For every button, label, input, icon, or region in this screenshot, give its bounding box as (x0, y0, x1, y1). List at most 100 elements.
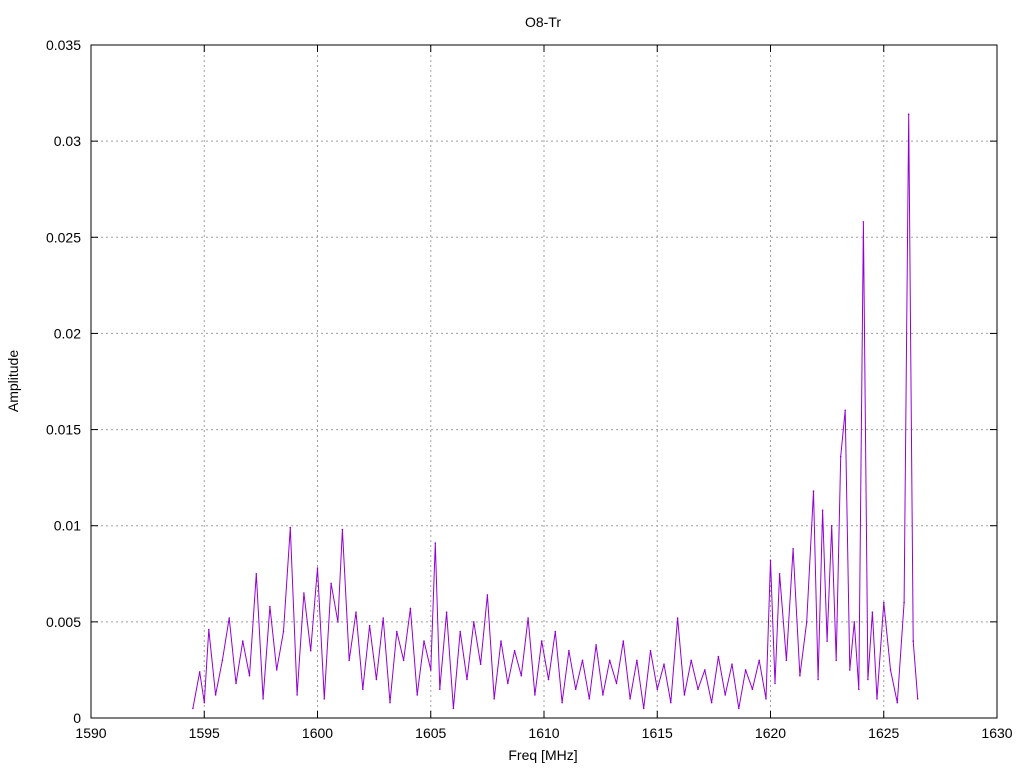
data-point (835, 659, 837, 662)
data-point (871, 611, 874, 613)
data-point (636, 659, 638, 662)
y-axis-label: Amplitude (5, 350, 21, 412)
data-point (527, 617, 529, 619)
data-point (676, 617, 679, 619)
data-point (262, 698, 264, 700)
data-point (479, 663, 482, 665)
y-tick-label: 0.025 (46, 229, 81, 245)
data-point (547, 678, 550, 681)
data-point (409, 607, 412, 610)
x-tick-label: 1595 (189, 725, 220, 741)
data-point (330, 582, 332, 585)
data-point (574, 688, 577, 690)
x-tick-label: 1610 (528, 725, 559, 741)
data-point (192, 707, 194, 710)
data-point (248, 674, 251, 677)
chart-container: 1590 1595 1600 1605 1610 1615 1620 1625 1630 0 0.0… (0, 0, 1024, 768)
data-point (774, 682, 776, 685)
data-point (323, 698, 326, 700)
data-point (198, 671, 201, 673)
data-point (513, 649, 516, 652)
data-point (459, 630, 462, 633)
y-tick-label: 0.03 (54, 133, 81, 149)
data-point (778, 573, 781, 575)
data-point (608, 659, 611, 662)
x-tick-label: 1590 (75, 725, 106, 741)
data-point (507, 682, 509, 685)
data-point (493, 698, 496, 700)
y-tick-label: 0.02 (54, 325, 81, 341)
data-point (697, 688, 699, 690)
data-point (849, 669, 851, 671)
data-point (289, 526, 292, 529)
data-point (282, 630, 285, 633)
data-point (656, 688, 659, 690)
data-point (520, 674, 523, 677)
data-point (785, 659, 788, 662)
data-point (629, 698, 631, 700)
data-point (853, 621, 856, 623)
data-point (389, 701, 391, 704)
data-point (690, 659, 692, 662)
x-axis-label: Freq [MHz] (508, 747, 577, 763)
data-point (588, 698, 591, 700)
data-point (554, 630, 557, 633)
data-point (275, 669, 278, 671)
chart-background (0, 0, 1024, 768)
data-point (805, 621, 808, 623)
data-point (595, 644, 597, 646)
data-point (269, 605, 271, 608)
x-tick-label: 1600 (302, 725, 333, 741)
x-tick-label: 1620 (755, 725, 786, 741)
data-point (649, 649, 652, 652)
data-point (500, 640, 502, 642)
data-point (858, 688, 860, 690)
data-point (362, 688, 364, 690)
data-point (724, 694, 726, 696)
data-point (355, 611, 357, 613)
data-point (704, 669, 706, 671)
data-point (208, 628, 210, 631)
data-point (769, 559, 772, 562)
data-point (375, 678, 378, 681)
x-tick-label: 1630 (981, 725, 1012, 741)
data-point (439, 688, 441, 690)
data-point (839, 455, 842, 458)
data-point (912, 640, 914, 642)
x-tick-label: 1625 (868, 725, 899, 741)
y-tick-label: 0.005 (46, 614, 81, 630)
data-point (423, 640, 425, 642)
data-point (540, 640, 543, 642)
data-point (434, 542, 437, 544)
data-point (221, 659, 224, 662)
data-point (765, 698, 767, 700)
data-point (416, 694, 419, 696)
data-point (670, 701, 672, 704)
data-point (309, 649, 312, 652)
data-point (445, 611, 448, 613)
data-point (203, 701, 206, 704)
data-point (466, 678, 468, 681)
data-point (731, 663, 733, 665)
data-point (486, 594, 489, 596)
data-point (751, 688, 754, 690)
data-point (883, 601, 885, 604)
data-point (717, 655, 720, 658)
x-tick-label: 1615 (642, 725, 673, 741)
data-point (534, 694, 536, 696)
data-point (568, 649, 570, 652)
data-point (844, 409, 846, 412)
data-point (867, 678, 869, 681)
data-point (792, 548, 794, 550)
data-point (744, 669, 747, 671)
data-point (337, 621, 339, 623)
data-point (862, 221, 865, 223)
data-point (738, 707, 740, 710)
data-point (396, 630, 398, 633)
data-point (316, 567, 319, 569)
data-point (876, 698, 878, 700)
data-point (473, 621, 475, 623)
data-point (235, 682, 237, 685)
y-tick-label: 0 (73, 710, 81, 726)
data-point (830, 524, 833, 527)
